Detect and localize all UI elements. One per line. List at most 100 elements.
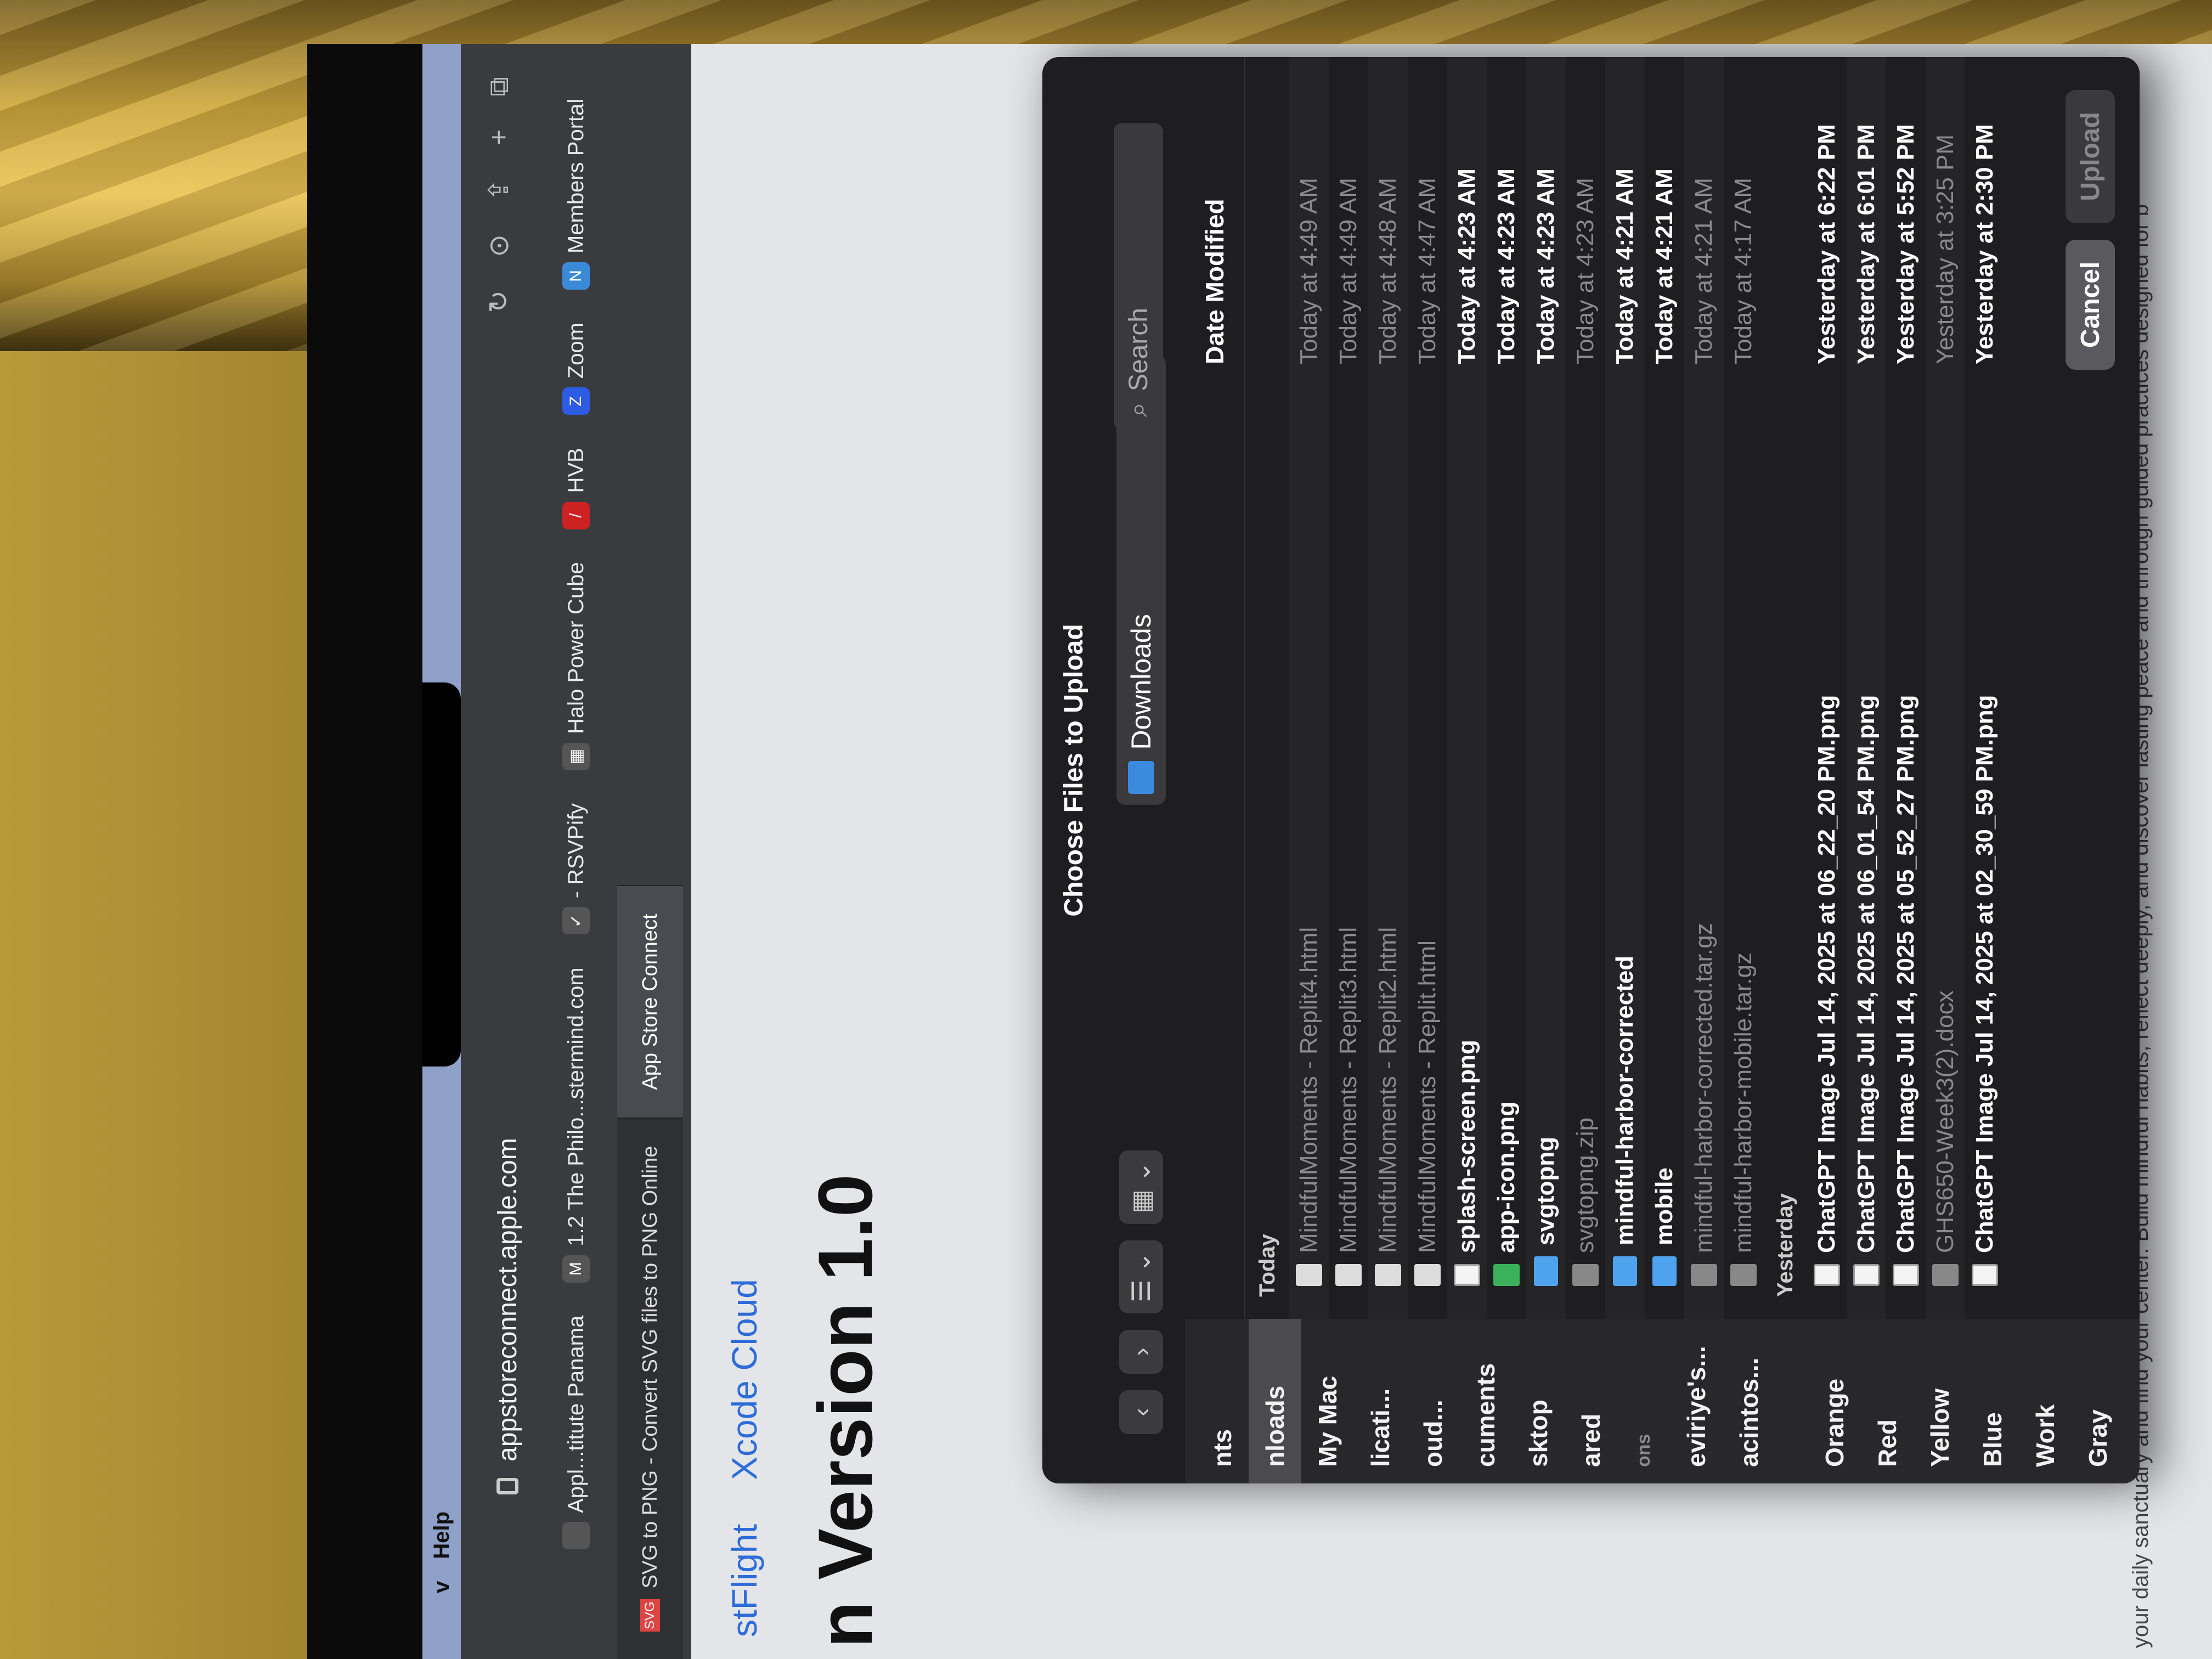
file-icon [1691, 1264, 1717, 1286]
sidebar-item[interactable]: Gray [2072, 1319, 2124, 1483]
m-icon: M [562, 1255, 590, 1283]
bookmark-label: Halo Power Cube [563, 562, 588, 735]
sidebar-item[interactable]: eviriye's... [1670, 1319, 1723, 1483]
file-name-cell: MindfulMoments - Replit.html [1414, 386, 1441, 1319]
list-view-button[interactable]: ☰ ⌄ [1119, 1240, 1163, 1313]
sidebar-item[interactable]: Red [1861, 1319, 1914, 1483]
file-icon [1335, 1264, 1362, 1286]
bookmark-item[interactable]: ✓ - RSVPify [562, 803, 590, 935]
bookmark-item[interactable]: ▦ Halo Power Cube [562, 562, 590, 771]
tab-svg-to-png[interactable]: SVG SVG to PNG - Convert SVG files to PNG… [617, 1117, 683, 1659]
bookmark-item[interactable]: N Members Portal [562, 99, 590, 290]
file-date: Today at 4:21 AM [1651, 168, 1678, 364]
file-row: GHS650-Week3(2).docx Yesterday at 3:25 PM [1926, 57, 1965, 1319]
forward-button[interactable]: › [1119, 1330, 1163, 1374]
file-icon [1296, 1264, 1322, 1286]
file-row[interactable]: ChatGPT Image Jul 14, 2025 at 06_22_20 P… [1807, 57, 1847, 1319]
folder-icon [1534, 1256, 1558, 1286]
sidebar-item[interactable]: ared [1565, 1319, 1617, 1483]
dialog-title: Choose Files to Upload [1059, 624, 1088, 917]
menu-item-view[interactable]: v [430, 1581, 454, 1593]
download-icon[interactable]: ⊙ [483, 234, 515, 257]
bookmark-item[interactable]: Z Zoom [562, 323, 590, 415]
rotated-ui: v Help appstoreconnect.apple.com ↻ ⊙ ⇪ +… [422, 44, 2212, 1659]
file-name-cell: mindful-harbor-corrected.tar.gz [1690, 386, 1718, 1319]
camera-notch [422, 682, 461, 1066]
cancel-button[interactable]: Cancel [2066, 239, 2115, 370]
file-icon [1814, 1264, 1840, 1286]
file-name: svgtopng [1532, 1137, 1559, 1245]
section-header: Yesterday [1773, 1193, 1797, 1297]
sidebar-item[interactable]: Yellow [1914, 1319, 1966, 1483]
search-field[interactable]: ⌕ Search [1114, 123, 1163, 430]
sidebar-item[interactable]: cuments [1459, 1319, 1512, 1483]
file-name: ChatGPT Image Jul 14, 2025 at 06_01_54 P… [1853, 695, 1880, 1253]
folder-icon [1652, 1256, 1677, 1286]
file-row[interactable]: mindful-harbor-corrected Today at 4:21 AM [1605, 57, 1645, 1319]
file-icon [1932, 1264, 1959, 1286]
bookmark-item[interactable]: / HVB [562, 448, 590, 529]
sidebar-item[interactable]: ons [1617, 1319, 1670, 1483]
bookmarks-bar: Appl...titute Panama M 1.2 The Philo...st… [554, 68, 598, 1549]
column-date-header[interactable]: Date Modified [1200, 199, 1229, 386]
file-list: Date Modified Today MindfulMoments - Repl… [1185, 57, 2041, 1319]
back-button[interactable]: ‹ [1119, 1390, 1163, 1434]
file-name: ChatGPT Image Jul 14, 2025 at 02_30_59 P… [1971, 695, 1998, 1253]
section-header: Today [1255, 1234, 1279, 1297]
folder-icon [1613, 1256, 1637, 1286]
file-icon [1454, 1264, 1480, 1286]
file-date: Today at 4:17 AM [1730, 178, 1757, 364]
file-name: GHS650-Week3(2).docx [1932, 990, 1959, 1254]
portal-icon: N [562, 262, 590, 290]
tabs-overview-icon[interactable]: ⧉ [483, 77, 515, 97]
file-row[interactable]: ChatGPT Image Jul 14, 2025 at 06_01_54 P… [1847, 57, 1886, 1319]
file-date: Today at 4:48 AM [1374, 178, 1401, 364]
grid-view-button[interactable]: ▦ ⌄ [1119, 1150, 1163, 1224]
sidebar-item[interactable]: Orange [1808, 1319, 1861, 1483]
rsvp-icon: ✓ [562, 907, 590, 935]
browser-chrome: appstoreconnect.apple.com ↻ ⊙ ⇪ + ⧉ Appl… [461, 44, 691, 1659]
lock-icon [496, 1478, 518, 1494]
file-name-cell: mobile [1651, 386, 1678, 1319]
file-name-cell: MindfulMoments - Replit2.html [1374, 386, 1402, 1319]
tab-app-store-connect[interactable]: App Store Connect [617, 885, 683, 1118]
sidebar-item[interactable]: Work [2019, 1319, 2072, 1483]
reload-icon[interactable]: ↻ [483, 290, 515, 313]
file-date: Today at 4:23 AM [1572, 178, 1599, 364]
sidebar-item[interactable]: acintos... [1723, 1319, 1775, 1483]
file-row[interactable]: app-icon.png Today at 4:23 AM [1487, 57, 1526, 1319]
search-placeholder: Search [1124, 308, 1153, 392]
bookmark-item[interactable]: M 1.2 The Philo...stermind.com [562, 967, 590, 1283]
sidebar-item[interactable]: Blue [1966, 1319, 2019, 1483]
file-name: mindful-harbor-mobile.tar.gz [1730, 952, 1757, 1253]
tab-xcode-cloud[interactable]: Xcode Cloud [724, 1279, 765, 1480]
sidebar-item[interactable]: nloads [1249, 1319, 1301, 1483]
file-row[interactable]: ChatGPT Image Jul 14, 2025 at 05_52_27 P… [1886, 57, 1926, 1319]
file-icon [1853, 1264, 1880, 1286]
menu-item-help[interactable]: Help [430, 1511, 454, 1559]
share-icon[interactable]: ⇪ [483, 178, 515, 201]
bookmark-item[interactable]: Appl...titute Panama [562, 1316, 590, 1549]
new-tab-icon[interactable]: + [483, 129, 515, 145]
file-row[interactable]: mobile Today at 4:21 AM [1645, 57, 1684, 1319]
tab-label: App Store Connect [638, 913, 662, 1090]
file-rows: Today MindfulMoments - Replit4.html Today … [1245, 57, 2005, 1319]
sidebar-item[interactable]: licati... [1354, 1319, 1407, 1483]
file-row[interactable]: svgtopng Today at 4:23 AM [1526, 57, 1566, 1319]
file-row[interactable]: splash-screen.png Today at 4:23 AM [1447, 57, 1487, 1319]
location-label: Downloads [1126, 614, 1156, 750]
sidebar-item[interactable]: oud... [1407, 1319, 1459, 1483]
file-date: Today at 4:49 AM [1335, 178, 1362, 364]
bookmark-label: Zoom [563, 323, 588, 379]
address-bar[interactable]: appstoreconnect.apple.com [483, 342, 532, 1494]
tab-label: SVG to PNG - Convert SVG files to PNG On… [638, 1146, 662, 1589]
sidebar-item[interactable]: My Mac [1301, 1319, 1354, 1483]
file-row[interactable]: ChatGPT Image Jul 14, 2025 at 02_30_59 P… [1965, 57, 2005, 1319]
bookmark-label: Members Portal [563, 98, 588, 254]
sidebar-item[interactable]: nts [1196, 1319, 1249, 1483]
sidebar-item[interactable]: sktop [1512, 1319, 1565, 1483]
tab-testflight[interactable]: stFlight [724, 1524, 765, 1637]
file-row: MindfulMoments - Replit.html Today at 4:4… [1408, 57, 1447, 1319]
upload-button[interactable]: Upload [2066, 90, 2115, 223]
